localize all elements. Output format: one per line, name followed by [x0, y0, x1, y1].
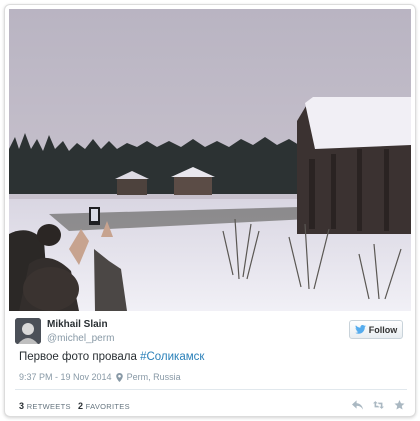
tweet-photo[interactable] [9, 9, 411, 311]
retweets-count[interactable]: 3 [19, 401, 24, 411]
favorites-label[interactable]: FAVORITES [86, 402, 130, 411]
tweet-timestamp[interactable]: 9:37 PM - 19 Nov 2014 [19, 372, 112, 382]
star-icon[interactable] [394, 400, 405, 410]
location-pin-icon [115, 372, 123, 382]
twitter-bird-icon [354, 325, 366, 334]
author-handle[interactable]: @michel_perm [47, 333, 114, 344]
avatar[interactable] [15, 318, 41, 344]
divider [15, 389, 407, 390]
retweet-icon[interactable] [373, 400, 384, 410]
hashtag-link[interactable]: #Соликамск [140, 351, 204, 363]
follow-label: Follow [368, 324, 398, 335]
tweet-text: Первое фото провала #Соликамск [19, 351, 204, 363]
author-name[interactable]: Mikhail Slain [47, 319, 108, 330]
tweet-text-body: Первое фото провала [19, 351, 141, 363]
tweet-card: Mikhail Slain @michel_perm Follow Первое… [4, 4, 416, 417]
tweet-meta: 9:37 PM - 19 Nov 2014 Perm, Russia [19, 372, 181, 382]
tweet-stats: 3 RETWEETS 2 FAVORITES [19, 401, 130, 411]
reply-icon[interactable] [352, 400, 363, 410]
tweet-location[interactable]: Perm, Russia [127, 372, 181, 382]
tweet-actions [352, 400, 405, 410]
retweets-label[interactable]: RETWEETS [27, 402, 71, 411]
tweet-author: Mikhail Slain @michel_perm Follow [15, 317, 405, 349]
favorites-count[interactable]: 2 [78, 401, 83, 411]
follow-button[interactable]: Follow [349, 320, 403, 339]
